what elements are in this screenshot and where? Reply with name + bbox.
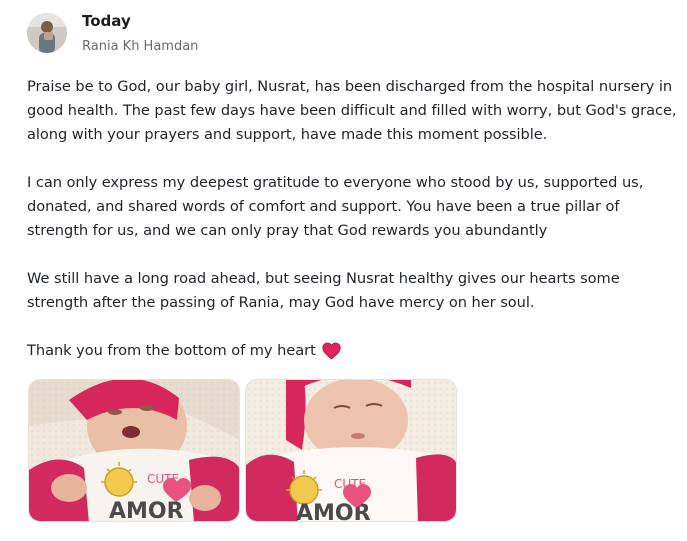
baby-photo-1[interactable]: CUTE AMOR	[28, 379, 240, 522]
heart-icon	[322, 342, 341, 360]
closing-line: Thank you from the bottom of my heart	[27, 339, 677, 363]
author-name[interactable]: Rania Kh Hamdan	[82, 39, 198, 54]
photo-gallery: CUTE AMOR CUTE AMOR	[28, 379, 457, 522]
post-title: Today	[82, 12, 131, 30]
avatar-image	[27, 13, 67, 53]
baby-photo-2[interactable]: CUTE AMOR	[245, 379, 457, 522]
post-header: Today Rania Kh Hamdan	[82, 12, 198, 54]
shirt-text-amor: AMOR	[109, 499, 184, 522]
author-avatar[interactable]	[27, 13, 67, 53]
post-body: Praise be to God, our baby girl, Nusrat,…	[27, 75, 677, 387]
post-paragraph: Praise be to God, our baby girl, Nusrat,…	[27, 78, 677, 143]
post-paragraph: We still have a long road ahead, but see…	[27, 270, 620, 311]
post-paragraph: I can only express my deepest gratitude …	[27, 174, 644, 239]
closing-text: Thank you from the bottom of my heart	[27, 342, 316, 359]
